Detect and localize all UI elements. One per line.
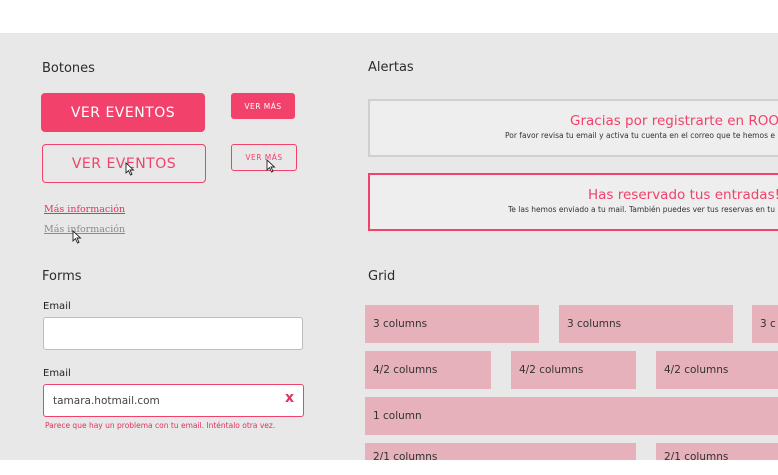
info-alert: Has reservado tus entradas! Te las hemos… [368, 173, 778, 231]
alerts-heading: Alertas [368, 60, 414, 75]
bottom-bar [0, 460, 778, 475]
success-alert: Gracias por registrarte en ROOOF. Por fa… [368, 99, 778, 157]
mas-informacion-link-hover[interactable]: Más información [44, 224, 125, 235]
forms-heading: Forms [42, 269, 82, 284]
grid-cell: 3 c [752, 305, 778, 343]
cursor-arrow-icon [125, 162, 135, 176]
grid-cell: 4/2 columns [656, 351, 778, 389]
grid-heading: Grid [368, 269, 396, 284]
success-alert-text: Por favor revisa tu email y activa tu cu… [505, 131, 775, 140]
email-field-error[interactable]: tamara.hotmail.com [43, 384, 304, 417]
grid-cell: 1 column [365, 397, 778, 435]
mas-informacion-link[interactable]: Más información [44, 204, 125, 215]
ver-eventos-button[interactable]: VER EVENTOS [41, 93, 205, 132]
clear-icon[interactable]: x [285, 390, 294, 406]
style-guide-panel: Botones VER EVENTOS VER EVENTOS VER MÁS … [0, 33, 778, 460]
email-error-label: Email [43, 368, 71, 379]
grid-cell: 3 columns [365, 305, 539, 343]
cursor-arrow-icon [266, 159, 276, 173]
cursor-arrow-icon [72, 230, 82, 244]
grid-cell: 4/2 columns [365, 351, 491, 389]
info-alert-text: Te las hemos enviado a tu mail. También … [508, 205, 775, 214]
grid-cell: 2/1 columns [365, 443, 636, 460]
grid-cell: 4/2 columns [511, 351, 636, 389]
buttons-heading: Botones [42, 61, 95, 76]
email-label: Email [43, 301, 71, 312]
ver-mas-button[interactable]: VER MÁS [231, 93, 295, 119]
grid-cell: 2/1 columns [656, 443, 778, 460]
email-field[interactable] [43, 317, 303, 350]
success-alert-title: Gracias por registrarte en ROOOF. [570, 113, 778, 129]
info-alert-title: Has reservado tus entradas! [588, 187, 778, 203]
ver-mas-outline-button[interactable]: VER MÁS [231, 144, 297, 171]
top-bar [0, 0, 778, 33]
grid-cell: 3 columns [559, 305, 733, 343]
ver-eventos-outline-button[interactable]: VER EVENTOS [42, 144, 206, 183]
email-error-message: Parece que hay un problema con tu email.… [45, 421, 276, 430]
